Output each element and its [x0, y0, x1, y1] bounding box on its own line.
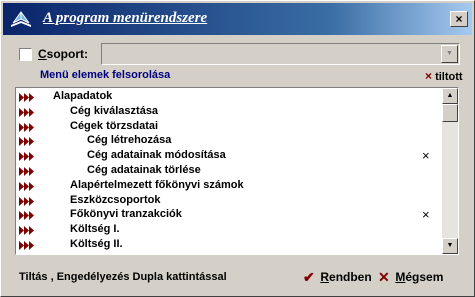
list-item[interactable]: Cég létrehozása — [16, 134, 440, 149]
arrow-down-icon: ▼ — [446, 242, 454, 249]
ok-label-accel: R — [320, 270, 330, 284]
list-item[interactable]: Cég adatainak módosítása × — [16, 148, 440, 164]
vertical-scrollbar[interactable]: ▲ ▼ — [442, 88, 458, 254]
triple-arrow-icon — [19, 226, 34, 236]
group-label-rest: soport: — [46, 47, 88, 61]
list-item[interactable]: Cég adatainak törlése — [16, 164, 440, 179]
triple-arrow-icon — [19, 196, 34, 206]
list-header: Menü elemek felsorolása — [40, 69, 171, 81]
group-label-accel: C — [38, 47, 47, 61]
blocked-column-label: tiltott — [435, 71, 463, 83]
list-item-label: Alapadatok — [53, 90, 113, 102]
cancel-button[interactable]: ✕ Mégsem — [378, 269, 443, 287]
list-item-label: Cég kiválasztása — [70, 104, 159, 117]
list-item[interactable]: Cégek törzsdatai — [16, 120, 440, 135]
scroll-up-button[interactable]: ▲ — [442, 88, 458, 104]
combo-dropdown-button[interactable]: ▼ — [441, 45, 458, 63]
triple-arrow-icon — [19, 122, 34, 132]
list-item[interactable]: Alapértelmezett főkönyvi számok — [16, 179, 440, 194]
menu-items-list[interactable]: Alapadatok Cég kiválasztása Cégek törzsdat… — [15, 87, 459, 255]
list-item-label: Költség II. — [70, 238, 123, 250]
title-bar[interactable]: A program menürendszere × — [3, 3, 472, 35]
list-item-label: Cég adatainak módosítása — [87, 149, 226, 162]
scroll-thumb[interactable] — [442, 104, 458, 122]
list-item-label: Cégek törzsdatai — [70, 119, 159, 132]
triple-arrow-icon — [19, 93, 34, 102]
close-icon: × — [455, 12, 463, 26]
checkmark-icon: ✔ — [303, 269, 315, 285]
blocked-x-icon: × — [422, 148, 430, 164]
triple-arrow-icon — [19, 167, 34, 176]
triple-arrow-icon — [19, 211, 34, 221]
dialog-window: A program menürendszere × Csoport: ▼ Men… — [0, 0, 475, 297]
list-item-label: Eszközcsoportok — [70, 193, 161, 206]
triple-arrow-icon — [19, 181, 34, 191]
book-icon — [11, 11, 31, 27]
list-item[interactable]: Cég kiválasztása — [16, 105, 440, 120]
x-icon: × — [425, 69, 433, 83]
scroll-down-button[interactable]: ▼ — [442, 238, 458, 254]
blocked-column-header: × tiltott — [425, 69, 463, 83]
x-icon: ✕ — [378, 269, 390, 285]
cancel-label-accel: M — [395, 270, 406, 284]
list-item-label: Cég adatainak törlése — [87, 164, 201, 176]
list-item-label: Költség I. — [70, 223, 120, 236]
triple-arrow-icon — [19, 137, 34, 147]
list-item-label: Alapértelmezett főkönyvi számok — [70, 178, 244, 191]
blocked-x-icon: × — [422, 207, 430, 223]
list-item[interactable]: Költség I. — [16, 223, 440, 238]
window-title: A program menürendszere — [43, 10, 208, 26]
list-item[interactable]: Alapadatok — [16, 90, 440, 105]
ok-label-rest: endben — [329, 270, 372, 284]
list-item[interactable]: Költség II. — [16, 238, 440, 253]
list-item[interactable]: Eszközcsoportok — [16, 194, 440, 209]
ok-button[interactable]: ✔ Rendben — [303, 269, 372, 287]
triple-arrow-icon — [19, 107, 34, 117]
list-item-label: Cég létrehozása — [87, 134, 172, 147]
triple-arrow-icon — [19, 152, 34, 162]
hint-text: Tiltás , Engedélyezés Dupla kattintással — [19, 271, 227, 283]
list-item-label: Főkönyvi tranzakciók — [70, 208, 182, 221]
triple-arrow-icon — [19, 241, 34, 250]
group-checkbox[interactable] — [19, 48, 32, 61]
close-button[interactable]: × — [450, 11, 468, 27]
chevron-down-icon: ▼ — [446, 50, 453, 57]
arrow-up-icon: ▲ — [446, 92, 454, 99]
cancel-label-rest: égsem — [405, 270, 444, 284]
group-combo[interactable]: ▼ — [101, 43, 460, 65]
list-item[interactable]: Főkönyvi tranzakciók × — [16, 207, 440, 223]
group-label: Csoport: — [38, 47, 88, 61]
